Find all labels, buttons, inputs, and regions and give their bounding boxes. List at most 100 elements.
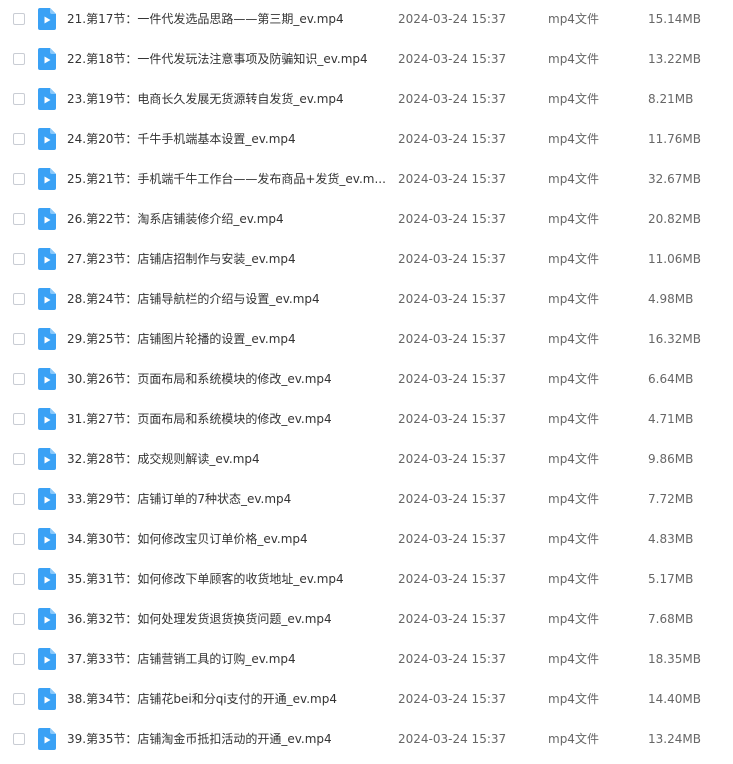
- video-file-icon[interactable]: [38, 448, 56, 470]
- file-row[interactable]: 37.第33节：店铺营销工具的订购_ev.mp4 2024-03-24 15:37…: [0, 640, 733, 680]
- row-checkbox[interactable]: [13, 133, 25, 145]
- video-file-icon[interactable]: [38, 328, 56, 350]
- file-type: mp4文件: [548, 332, 599, 346]
- row-checkbox[interactable]: [13, 733, 25, 745]
- video-file-icon[interactable]: [38, 608, 56, 630]
- video-file-icon[interactable]: [38, 128, 56, 150]
- file-row[interactable]: 28.第24节：店铺导航栏的介绍与设置_ev.mp4 2024-03-24 15:…: [0, 280, 733, 320]
- video-file-icon[interactable]: [38, 288, 56, 310]
- video-file-icon[interactable]: [38, 648, 56, 670]
- row-checkbox[interactable]: [13, 13, 25, 25]
- file-name[interactable]: 33.第29节：店铺订单的7种状态_ev.mp4: [67, 490, 385, 508]
- file-name[interactable]: 30.第26节：页面布局和系统模块的修改_ev.mp4: [67, 370, 385, 388]
- video-file-icon[interactable]: [38, 528, 56, 550]
- file-row[interactable]: 22.第18节：一件代发玩法注意事项及防骗知识_ev.mp4 2024-03-24…: [0, 40, 733, 80]
- file-row[interactable]: 33.第29节：店铺订单的7种状态_ev.mp4 2024-03-24 15:37…: [0, 480, 733, 520]
- file-date: 2024-03-24 15:37: [398, 572, 507, 586]
- file-type: mp4文件: [548, 652, 599, 666]
- file-size: 15.14MB: [648, 12, 701, 26]
- video-file-icon[interactable]: [38, 248, 56, 270]
- file-name[interactable]: 34.第30节：如何修改宝贝订单价格_ev.mp4: [67, 530, 385, 548]
- file-type: mp4文件: [548, 372, 599, 386]
- file-row[interactable]: 23.第19节：电商长久发展无货源转自发货_ev.mp4 2024-03-24 1…: [0, 80, 733, 120]
- row-checkbox[interactable]: [13, 53, 25, 65]
- file-name[interactable]: 29.第25节：店铺图片轮播的设置_ev.mp4: [67, 330, 385, 348]
- file-row[interactable]: 29.第25节：店铺图片轮播的设置_ev.mp4 2024-03-24 15:37…: [0, 320, 733, 360]
- file-row[interactable]: 32.第28节：成交规则解读_ev.mp4 2024-03-24 15:37 mp4…: [0, 440, 733, 480]
- video-file-icon[interactable]: [38, 8, 56, 30]
- row-checkbox[interactable]: [13, 413, 25, 425]
- row-checkbox[interactable]: [13, 573, 25, 585]
- row-checkbox[interactable]: [13, 333, 25, 345]
- file-type: mp4文件: [548, 692, 599, 706]
- file-list: 21.第17节：一件代发选品思路——第三期_ev.mp4 2024-03-24 1…: [0, 0, 733, 764]
- file-type: mp4文件: [548, 452, 599, 466]
- row-checkbox[interactable]: [13, 373, 25, 385]
- file-row[interactable]: 34.第30节：如何修改宝贝订单价格_ev.mp4 2024-03-24 15:3…: [0, 520, 733, 560]
- row-checkbox[interactable]: [13, 173, 25, 185]
- file-row[interactable]: 38.第34节：店铺花bei和分qi支付的开通_ev.mp4 2024-03-24…: [0, 680, 733, 720]
- file-type: mp4文件: [548, 292, 599, 306]
- video-file-icon[interactable]: [38, 88, 56, 110]
- file-name[interactable]: 39.第35节：店铺淘金币抵扣活动的开通_ev.mp4: [67, 730, 385, 748]
- file-row[interactable]: 36.第32节：如何处理发货退货换货问题_ev.mp4 2024-03-24 15…: [0, 600, 733, 640]
- row-checkbox[interactable]: [13, 613, 25, 625]
- video-file-icon[interactable]: [38, 568, 56, 590]
- row-checkbox[interactable]: [13, 653, 25, 665]
- file-name[interactable]: 23.第19节：电商长久发展无货源转自发货_ev.mp4: [67, 90, 385, 108]
- file-date: 2024-03-24 15:37: [398, 212, 507, 226]
- file-size: 6.64MB: [648, 372, 694, 386]
- file-row[interactable]: 24.第20节：千牛手机端基本设置_ev.mp4 2024-03-24 15:37…: [0, 120, 733, 160]
- file-name[interactable]: 26.第22节：淘系店铺装修介绍_ev.mp4: [67, 210, 385, 228]
- video-file-icon[interactable]: [38, 688, 56, 710]
- file-date: 2024-03-24 15:37: [398, 412, 507, 426]
- file-name[interactable]: 31.第27节：页面布局和系统模块的修改_ev.mp4: [67, 410, 385, 428]
- row-checkbox[interactable]: [13, 253, 25, 265]
- file-row[interactable]: 39.第35节：店铺淘金币抵扣活动的开通_ev.mp4 2024-03-24 15…: [0, 720, 733, 760]
- file-type: mp4文件: [548, 572, 599, 586]
- file-row[interactable]: 21.第17节：一件代发选品思路——第三期_ev.mp4 2024-03-24 1…: [0, 0, 733, 40]
- file-name[interactable]: 21.第17节：一件代发选品思路——第三期_ev.mp4: [67, 10, 385, 28]
- video-file-icon[interactable]: [38, 488, 56, 510]
- row-checkbox[interactable]: [13, 533, 25, 545]
- file-type: mp4文件: [548, 532, 599, 546]
- video-file-icon[interactable]: [38, 208, 56, 230]
- file-name[interactable]: 38.第34节：店铺花bei和分qi支付的开通_ev.mp4: [67, 690, 385, 708]
- file-name[interactable]: 32.第28节：成交规则解读_ev.mp4: [67, 450, 385, 468]
- file-date: 2024-03-24 15:37: [398, 492, 507, 506]
- row-checkbox[interactable]: [13, 213, 25, 225]
- file-size: 11.06MB: [648, 252, 701, 266]
- row-checkbox[interactable]: [13, 693, 25, 705]
- file-date: 2024-03-24 15:37: [398, 612, 507, 626]
- file-size: 7.68MB: [648, 612, 694, 626]
- video-file-icon[interactable]: [38, 728, 56, 750]
- file-size: 4.98MB: [648, 292, 694, 306]
- row-checkbox[interactable]: [13, 453, 25, 465]
- row-checkbox[interactable]: [13, 93, 25, 105]
- file-name[interactable]: 25.第21节：手机端千牛工作台——发布商品+发货_ev.m...: [67, 170, 385, 188]
- file-row[interactable]: 35.第31节：如何修改下单顾客的收货地址_ev.mp4 2024-03-24 1…: [0, 560, 733, 600]
- file-row[interactable]: 26.第22节：淘系店铺装修介绍_ev.mp4 2024-03-24 15:37 m…: [0, 200, 733, 240]
- video-file-icon[interactable]: [38, 408, 56, 430]
- file-date: 2024-03-24 15:37: [398, 372, 507, 386]
- file-row[interactable]: 30.第26节：页面布局和系统模块的修改_ev.mp4 2024-03-24 15…: [0, 360, 733, 400]
- video-file-icon[interactable]: [38, 168, 56, 190]
- file-name[interactable]: 22.第18节：一件代发玩法注意事项及防骗知识_ev.mp4: [67, 50, 385, 68]
- file-size: 9.86MB: [648, 452, 694, 466]
- file-date: 2024-03-24 15:37: [398, 172, 507, 186]
- file-date: 2024-03-24 15:37: [398, 92, 507, 106]
- file-row[interactable]: 27.第23节：店铺店招制作与安装_ev.mp4 2024-03-24 15:37…: [0, 240, 733, 280]
- file-row[interactable]: 25.第21节：手机端千牛工作台——发布商品+发货_ev.m... 2024-03…: [0, 160, 733, 200]
- row-checkbox[interactable]: [13, 493, 25, 505]
- video-file-icon[interactable]: [38, 368, 56, 390]
- file-name[interactable]: 37.第33节：店铺营销工具的订购_ev.mp4: [67, 650, 385, 668]
- file-name[interactable]: 28.第24节：店铺导航栏的介绍与设置_ev.mp4: [67, 290, 385, 308]
- file-name[interactable]: 35.第31节：如何修改下单顾客的收货地址_ev.mp4: [67, 570, 385, 588]
- file-name[interactable]: 36.第32节：如何处理发货退货换货问题_ev.mp4: [67, 610, 385, 628]
- file-name[interactable]: 27.第23节：店铺店招制作与安装_ev.mp4: [67, 250, 385, 268]
- file-name[interactable]: 24.第20节：千牛手机端基本设置_ev.mp4: [67, 130, 385, 148]
- file-size: 11.76MB: [648, 132, 701, 146]
- video-file-icon[interactable]: [38, 48, 56, 70]
- row-checkbox[interactable]: [13, 293, 25, 305]
- file-row[interactable]: 31.第27节：页面布局和系统模块的修改_ev.mp4 2024-03-24 15…: [0, 400, 733, 440]
